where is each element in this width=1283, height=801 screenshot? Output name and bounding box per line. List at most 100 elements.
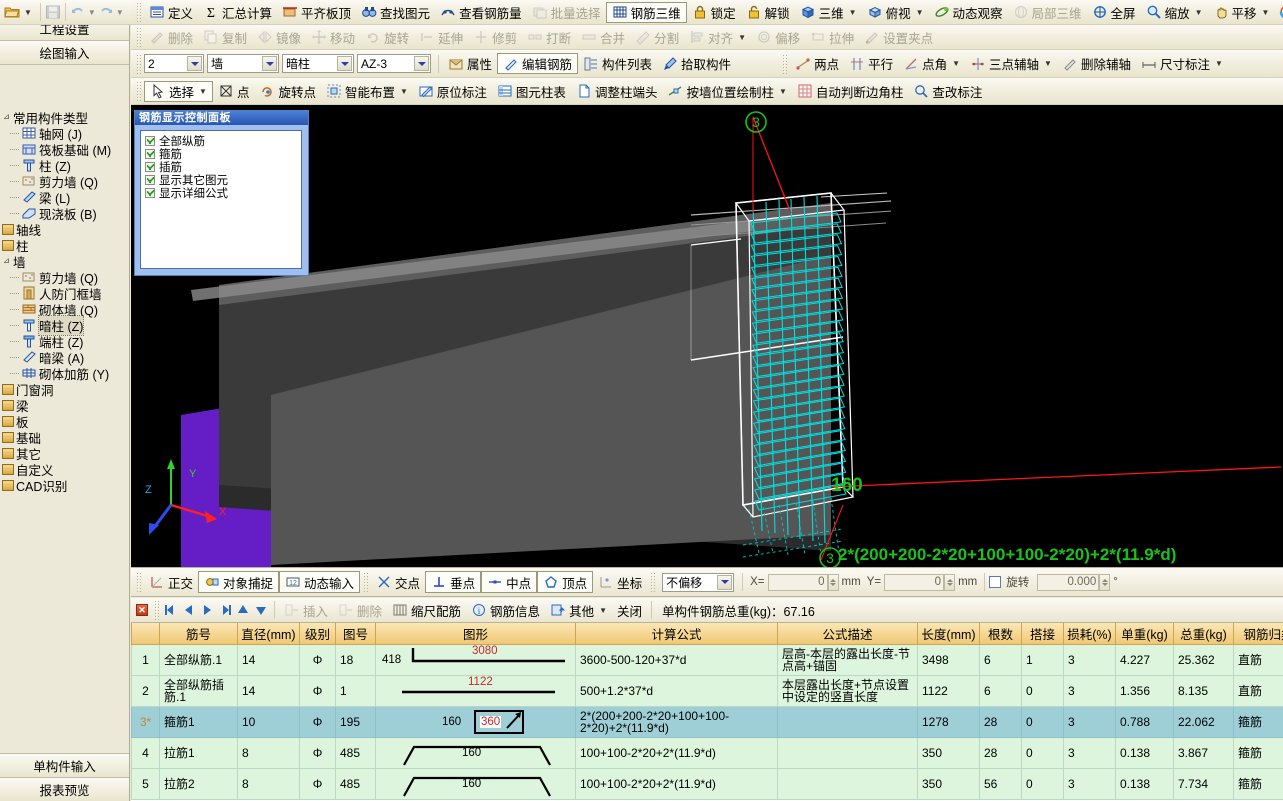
3d-viewport[interactable]: Y X Z 3 160 3 2*(200+200-2*20+100+100-2*…	[131, 105, 1283, 567]
toolbar-btn-钢筋三维[interactable]: 钢筋三维	[605, 1, 687, 23]
cell-fig-no[interactable]: 485	[335, 767, 376, 800]
toolbar-btn-三维[interactable]: 三维 ▼	[795, 2, 862, 23]
undo-icon[interactable]	[70, 4, 86, 20]
table-row[interactable]: 1 全部纵筋.1 14 Φ 18 418 3080 3600-500-120+37*d 层高-本…	[131, 643, 1283, 676]
snap-交点[interactable]: 交点	[371, 571, 425, 593]
cell-total-weight[interactable]: 8.135	[1173, 674, 1234, 707]
cell-category[interactable]: 直筋	[1233, 674, 1283, 707]
open-folder-icon[interactable]	[4, 4, 20, 20]
chevron-down-icon[interactable]: ▼	[952, 59, 960, 68]
column-header-搭接[interactable]: 搭接	[1021, 623, 1064, 645]
chevron-down-icon[interactable]: ▼	[849, 8, 857, 17]
toolbar-btn-全屏[interactable]: 全屏	[1087, 2, 1141, 23]
draw-btn-按墙位置绘制柱[interactable]: 按墙位置绘制柱 ▼	[662, 81, 791, 102]
chevron-down-icon[interactable]: ▼	[1044, 59, 1052, 68]
component-name-select[interactable]: AZ-3	[357, 54, 431, 73]
cell-length[interactable]: 1122	[917, 674, 980, 707]
snap-坐标[interactable]: 坐标	[593, 571, 647, 593]
table-row[interactable]: 2 全部纵筋插筋.1 14 Φ 1 1122 500+1.2*37*d 本层露出长度+节点设置…	[131, 674, 1283, 707]
cell-loss[interactable]: 3	[1063, 767, 1116, 800]
chevron-down-icon[interactable]	[414, 56, 429, 71]
toolbar-btn-缩放[interactable]: 缩放 ▼	[1141, 2, 1208, 23]
cell-fig-no[interactable]: 485	[335, 736, 376, 769]
cell-description[interactable]	[777, 736, 918, 769]
nav-last-button[interactable]	[216, 601, 234, 619]
cell-formula[interactable]: 2*(200+200-2*20+100+100-2*20)+2*(11.9*d)	[575, 705, 778, 738]
chevron-down-icon[interactable]: ▼	[199, 87, 207, 96]
redo-icon[interactable]	[98, 4, 114, 20]
rebar-display-control-panel[interactable]: 钢筋显示控制面板 全部纵筋 箍筋 插筋 显示其它图元 显示详细公式	[134, 110, 309, 276]
grid-btn-其他[interactable]: 其他 ▼	[545, 600, 612, 621]
navbar-button-drawing-input[interactable]: 绘图输入	[0, 41, 129, 65]
row-index[interactable]: 3*	[131, 705, 160, 738]
cell-formula[interactable]: 100+100-2*20+2*(11.9*d)	[575, 736, 778, 769]
selector-btn-编辑钢筋[interactable]: 编辑钢筋	[497, 53, 579, 74]
cell-category[interactable]: 箍筋	[1233, 736, 1283, 769]
y-input[interactable]: 0	[884, 573, 945, 591]
cell-diameter[interactable]: 14	[237, 674, 300, 707]
x-spinner[interactable]	[827, 573, 839, 591]
navbar-button-report-preview[interactable]: 报表预览	[0, 777, 129, 801]
chevron-down-icon[interactable]: ▼	[116, 8, 124, 17]
cell-total-weight[interactable]: 3.867	[1173, 736, 1234, 769]
selector-btn-构件列表[interactable]: 构件列表	[578, 53, 657, 74]
toolbar-grip[interactable]	[136, 27, 141, 47]
column-header-单重(kg)[interactable]: 单重(kg)	[1115, 623, 1174, 645]
cell-shape[interactable]: 160 360	[375, 705, 576, 738]
cell-category[interactable]: 箍筋	[1233, 705, 1283, 738]
column-header-钢筋归类[interactable]: 钢筋归类	[1233, 623, 1283, 645]
cell-grade[interactable]: Φ	[299, 767, 336, 800]
expander-icon[interactable]: ⊿	[2, 256, 11, 266]
cell-formula[interactable]: 500+1.2*37*d	[575, 674, 778, 707]
draw-btn-原位标注[interactable]: 原位标注	[413, 81, 492, 102]
toolbar-btn-查找图元[interactable]: 查找图元	[356, 2, 435, 23]
snap-中点[interactable]: 中点	[481, 571, 538, 593]
draw-btn-调整柱端头[interactable]: 调整柱端头	[571, 81, 663, 102]
nav-first-button[interactable]	[162, 601, 180, 619]
cell-description[interactable]: 本层露出长度+节点设置中设定的竖直长度	[777, 674, 918, 707]
cell-loss[interactable]: 3	[1063, 705, 1116, 738]
cell-diameter[interactable]: 14	[237, 643, 300, 676]
chevron-down-icon[interactable]: ▼	[916, 8, 924, 17]
toolbar-btn-动态观察[interactable]: 动态观察	[929, 2, 1008, 23]
rebar-option-显示详细公式[interactable]: 显示详细公式	[145, 186, 297, 200]
chevron-down-icon[interactable]: ▼	[738, 33, 746, 42]
snap-mode-正交[interactable]: 正交	[144, 571, 198, 593]
expander-icon[interactable]: ⊿	[2, 112, 11, 122]
snap-mode-动态输入[interactable]: 12 动态输入	[279, 571, 361, 593]
chevron-down-icon[interactable]: ▼	[1195, 8, 1203, 17]
cell-unit-weight[interactable]: 1.356	[1115, 674, 1174, 707]
cell-diameter[interactable]: 8	[237, 736, 300, 769]
cell-length[interactable]: 1278	[917, 705, 980, 738]
cell-category[interactable]: 直筋	[1233, 643, 1283, 676]
cell-grade[interactable]: Φ	[299, 705, 336, 738]
rebar-detail-grid[interactable]: 筋号 直径(mm) 级别 图号 图形 计算公式 公式描述 长度(mm) 根数 搭接 损耗(%) 单重(…	[131, 623, 1283, 801]
nav-next-button[interactable]	[198, 601, 216, 619]
row-index[interactable]: 2	[131, 674, 160, 707]
axis-tool-尺寸标注[interactable]: 尺寸标注 ▼	[1136, 53, 1228, 74]
toolbar-btn-俯视[interactable]: 俯视 ▼	[862, 2, 929, 23]
checkbox-icon[interactable]	[145, 148, 155, 159]
cell-unit-weight[interactable]: 0.138	[1115, 736, 1174, 769]
axis-tool-点角[interactable]: 点角 ▼	[898, 53, 965, 74]
table-row[interactable]: 5 拉筋2 8 Φ 485 160 100+100-2*20+2*(11.9*d) 350 56…	[131, 767, 1283, 800]
cell-description[interactable]	[777, 705, 918, 738]
snap-顶点[interactable]: 顶点	[537, 571, 594, 593]
cell-rebar-no[interactable]: 拉筋1	[159, 736, 238, 769]
cell-shape[interactable]: 1122	[375, 674, 576, 707]
draw-btn-点[interactable]: 点	[213, 81, 255, 102]
axis-tool-删除辅轴[interactable]: 删除辅轴	[1057, 53, 1136, 74]
cell-count[interactable]: 6	[979, 643, 1022, 676]
draw-btn-智能布置[interactable]: 智能布置 ▼	[321, 81, 413, 102]
offset-mode-select[interactable]: 不偏移	[662, 572, 735, 592]
cell-lap[interactable]: 0	[1021, 767, 1064, 800]
chevron-down-icon[interactable]: ▼	[1215, 59, 1223, 68]
cell-count[interactable]: 28	[979, 705, 1022, 738]
chevron-down-icon[interactable]: ▼	[400, 87, 408, 96]
table-row[interactable]: 3* 箍筋1 10 Φ 195 160 360 2*(200+200-2*20+100+100…	[131, 705, 1283, 738]
cell-formula[interactable]: 100+100-2*20+2*(11.9*d)	[575, 767, 778, 800]
row-index[interactable]: 5	[131, 767, 160, 800]
cell-loss[interactable]: 3	[1063, 674, 1116, 707]
cell-shape[interactable]: 160	[375, 767, 576, 800]
save-icon[interactable]	[45, 4, 61, 20]
